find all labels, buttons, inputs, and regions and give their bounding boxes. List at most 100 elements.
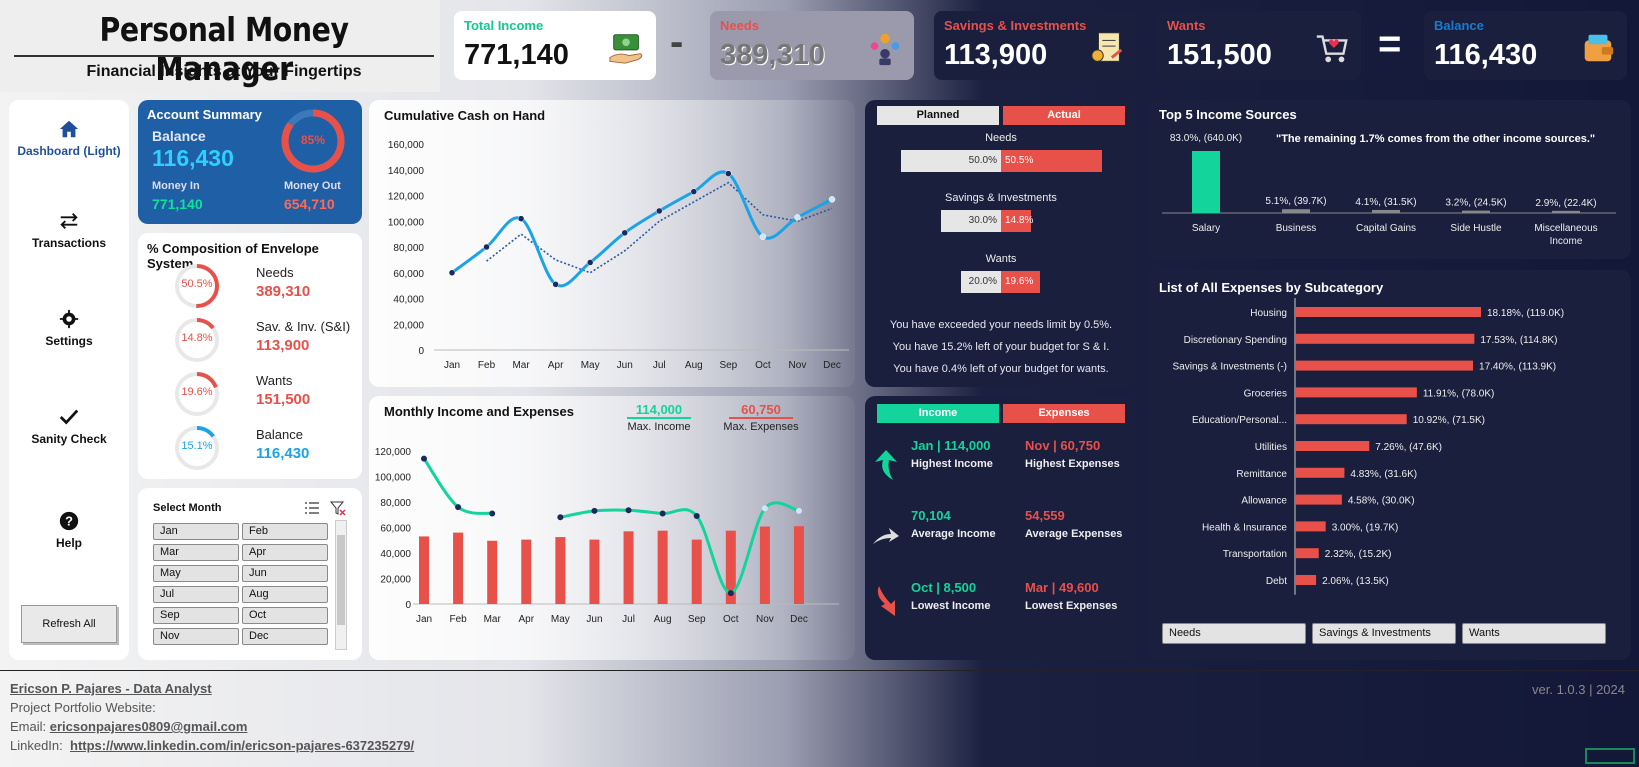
x-tick-label: Apr: [518, 614, 534, 625]
kpi-label: Total Income: [464, 18, 544, 33]
author-link[interactable]: Ericson P. Pajares - Data Analyst: [10, 681, 212, 696]
expense-bar: [794, 526, 804, 604]
expense-bar: [657, 530, 668, 604]
expense-bar: [1295, 575, 1317, 585]
x-tick-label: Aug: [685, 360, 703, 371]
actual-bar: 19.6%: [1001, 271, 1041, 293]
nav-settings[interactable]: Settings: [9, 308, 129, 348]
clear-filter-icon[interactable]: [330, 500, 346, 516]
savings-document-icon: [1091, 32, 1123, 62]
budget-notes: You have exceeded your needs limit by 0.…: [865, 314, 1137, 380]
tab-savings-investments[interactable]: Savings & Investments: [1312, 623, 1456, 644]
money-in-label: Money In: [152, 180, 200, 192]
linkedin-link[interactable]: https://www.linkedin.com/in/ericson-paja…: [70, 738, 414, 753]
top5-income-panel: Top 5 Income Sources "The remaining 1.7%…: [1146, 100, 1631, 259]
note-needs: You have exceeded your needs limit by 0.…: [889, 319, 1113, 331]
expenses-header[interactable]: Expenses: [1003, 404, 1125, 423]
trend-down-arrow-icon: [877, 586, 895, 616]
envelope-label: Needs: [256, 265, 294, 280]
nav-transactions[interactable]: Transactions: [9, 210, 129, 250]
month-button-dec[interactable]: Dec: [242, 628, 328, 645]
data-point: [794, 214, 801, 221]
kpi-savings: Savings & Investments 113,900: [934, 11, 1137, 80]
nav-label: Sanity Check: [31, 432, 107, 446]
balance-value: 116,430: [152, 145, 234, 171]
tab-wants[interactable]: Wants: [1462, 623, 1606, 644]
minus-operator: -: [670, 20, 684, 64]
email-link[interactable]: ericsonpajares0809@gmail.com: [50, 719, 248, 734]
expense-bar: [691, 539, 702, 604]
kpi-value: 389,310: [720, 39, 825, 71]
month-button-oct[interactable]: Oct: [242, 607, 328, 624]
month-button-aug[interactable]: Aug: [242, 586, 328, 603]
month-button-feb[interactable]: Feb: [242, 523, 328, 540]
month-button-apr[interactable]: Apr: [242, 544, 328, 561]
income-source-value: 83.0%, (640.0K): [1170, 133, 1242, 144]
month-button-may[interactable]: May: [153, 565, 239, 582]
footer-credits: Ericson P. Pajares - Data Analyst Projec…: [10, 679, 414, 755]
month-button-sep[interactable]: Sep: [153, 607, 239, 624]
envelope-value: 151,500: [256, 391, 311, 408]
portfolio-label: Project Portfolio Website:: [10, 700, 156, 715]
side-nav: Dashboard (Light) Transactions Settings …: [9, 100, 129, 660]
income-source-bar: [1552, 210, 1580, 213]
expense-category-label: Allowance: [1241, 496, 1287, 507]
envelope-composition-panel: % Composition of Envelope System 50.5% Ne…: [138, 233, 362, 479]
expense-value-label: 2.32%, (15.2K): [1325, 549, 1392, 560]
slicer-scrollbar[interactable]: [335, 520, 347, 650]
expense-bar: [759, 526, 770, 604]
selected-cell[interactable]: [1585, 748, 1635, 764]
wallet-icon: [1584, 34, 1614, 62]
nav-sanity-check[interactable]: Sanity Check: [9, 406, 129, 446]
expense-category-label: Debt: [1266, 576, 1287, 587]
income-source-bar: [1462, 210, 1490, 213]
x-tick-label: Aug: [654, 614, 672, 625]
income-source-value: 4.1%, (31.5K): [1355, 197, 1416, 208]
month-button-mar[interactable]: Mar: [153, 544, 239, 561]
account-summary-title: Account Summary: [147, 107, 262, 122]
average-expenses-label: Average Expenses: [1025, 528, 1123, 540]
expense-category-label: Utilities: [1255, 442, 1287, 453]
average-income-label: Average Income: [911, 528, 996, 540]
balance-label: Balance: [152, 128, 206, 144]
refresh-all-button[interactable]: Refresh All: [21, 605, 117, 643]
x-tick-label: Jun: [586, 614, 602, 625]
income-point: [625, 507, 632, 514]
nav-label: Dashboard (Light): [17, 144, 121, 158]
tab-needs[interactable]: Needs: [1162, 623, 1306, 644]
income-header[interactable]: Income: [877, 404, 999, 423]
actual-bar: 14.8%: [1001, 210, 1033, 232]
expense-bar: [453, 532, 464, 604]
y-tick-label: 160,000: [388, 140, 425, 151]
y-tick-label: 80,000: [380, 498, 411, 509]
data-point: [483, 243, 490, 251]
kpi-value: 771,140: [464, 39, 569, 71]
actual-header[interactable]: Actual: [1003, 106, 1125, 125]
monthly-income-expenses-chart: 0 20,000 40,000 60,000 80,000 100,000 120,000 J…: [375, 447, 839, 625]
shopping-cart-heart-icon: [1316, 35, 1348, 63]
month-button-jan[interactable]: Jan: [153, 523, 239, 540]
income-source-bar: [1372, 209, 1400, 213]
income-source-bar: [1282, 209, 1310, 213]
y-tick-label: 60,000: [380, 524, 411, 535]
equals-operator: =: [1378, 22, 1402, 66]
data-point: [690, 188, 698, 195]
expense-value-label: 10.92%, (71.5K): [1413, 415, 1485, 426]
nav-dashboard-light[interactable]: Dashboard (Light): [9, 118, 129, 158]
planned-header[interactable]: Planned: [877, 106, 999, 125]
income-source-label: Salary: [1192, 223, 1220, 234]
slicer-scroll-thumb[interactable]: [337, 535, 345, 625]
money-out-label: Money Out: [284, 180, 341, 192]
month-button-jul[interactable]: Jul: [153, 586, 239, 603]
multi-select-icon[interactable]: [304, 500, 320, 516]
income-source-label: Miscellaneous: [1534, 223, 1597, 234]
month-button-nov[interactable]: Nov: [153, 628, 239, 645]
expense-value-label: 18.18%, (119.0K): [1487, 308, 1564, 319]
linkedin-label: LinkedIn:: [10, 738, 63, 753]
envelope-row: 15.1% Balance 116,430: [138, 421, 362, 475]
nav-help[interactable]: ? Help: [9, 510, 129, 550]
nav-label: Help: [55, 536, 82, 550]
month-button-jun[interactable]: Jun: [242, 565, 328, 582]
envelope-value: 389,310: [256, 283, 311, 300]
expense-bar: [419, 536, 429, 604]
